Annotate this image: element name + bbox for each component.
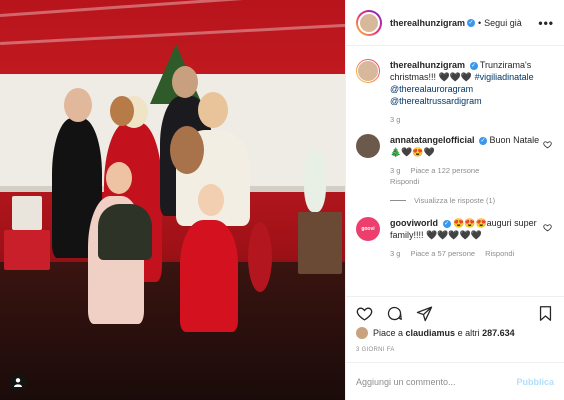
comment-likes[interactable]: Piace a 57 persone — [410, 249, 475, 258]
comment-likes[interactable]: Piace a 122 persone — [410, 166, 479, 175]
caption-avatar[interactable] — [356, 59, 380, 83]
verified-badge-icon: ✓ — [479, 136, 488, 145]
liker-avatar — [356, 327, 368, 339]
comment-time[interactable]: 3 g — [390, 249, 400, 258]
person-tag-icon — [14, 378, 22, 387]
mention-link[interactable]: @therealtrussardigram — [390, 96, 482, 106]
likes-summary[interactable]: Piace a claudiamus e altri 287.634 — [356, 327, 515, 339]
comments-list: therealhunzigram ✓ Trunzirama's christma… — [346, 47, 564, 295]
mention-link[interactable]: @therealauroragram — [390, 84, 473, 94]
bookmark-icon[interactable] — [537, 305, 554, 322]
publish-button[interactable]: Pubblica — [516, 377, 554, 387]
child-red-dress — [180, 220, 238, 332]
post-date[interactable]: 3 GIORNI FA — [356, 347, 395, 353]
likes-suffix: e altri — [457, 328, 480, 338]
likes-prefix: Piace a — [373, 328, 404, 338]
post-sidebar: therealhunzigram ✓ • Segui già ••• there… — [345, 0, 564, 400]
reply-button[interactable]: Rispondi — [485, 249, 514, 258]
comment-item: annatatangelofficial ✓ Buon Natale🎄🖤😍🖤 3… — [356, 134, 554, 186]
gift-box — [4, 230, 50, 270]
more-dots-icon[interactable]: ••• — [538, 16, 554, 30]
likes-user[interactable]: claudiamus — [406, 328, 456, 338]
view-replies-label: Visualizza le risposte (1) — [414, 196, 496, 205]
replies-divider — [390, 200, 406, 201]
view-replies-button[interactable]: Visualizza le risposte (1) — [390, 196, 554, 205]
caption-username[interactable]: therealhunzigram — [390, 60, 465, 70]
orchid-plant — [304, 150, 326, 212]
add-comment-bar: Aggiungi un commento... Pubblica — [346, 362, 564, 400]
comment-icon[interactable] — [386, 305, 403, 322]
person-head — [172, 66, 198, 98]
gift-box — [12, 196, 42, 230]
tagged-people-button[interactable] — [9, 373, 27, 391]
floor — [0, 262, 345, 400]
verified-badge-icon: ✓ — [467, 18, 476, 27]
header-username[interactable]: therealhunzigram — [390, 18, 465, 28]
heart-icon[interactable] — [356, 305, 373, 322]
header-separator: • — [478, 17, 482, 28]
comment-heart-icon[interactable] — [543, 223, 552, 232]
comment-item: goovi gooviworld ✓ 😍😍😍auguri super famil… — [356, 217, 554, 258]
puppy — [110, 96, 134, 126]
comment-username[interactable]: annatatangelofficial — [390, 135, 475, 145]
paper-plane-icon[interactable] — [416, 305, 433, 322]
side-cabinet — [298, 212, 342, 274]
dog — [98, 204, 152, 260]
likes-count[interactable]: 287.634 — [482, 328, 515, 338]
verified-badge-icon: ✓ — [469, 61, 478, 70]
child-head — [198, 184, 224, 216]
person-head — [198, 92, 228, 128]
post-header: therealhunzigram ✓ • Segui già ••• — [346, 0, 564, 46]
post-photo[interactable] — [0, 0, 345, 400]
profile-avatar[interactable] — [356, 9, 382, 36]
comment-heart-icon[interactable] — [543, 140, 552, 149]
red-balloon-decor — [248, 222, 272, 292]
person-head — [64, 88, 92, 122]
reply-button[interactable]: Rispondi — [390, 177, 419, 186]
commenter-avatar[interactable] — [356, 134, 380, 158]
caption: therealhunzigram ✓ Trunzirama's christma… — [356, 59, 554, 124]
hashtag-link[interactable]: #vigiliadinatale — [475, 72, 534, 82]
ceiling-stripe — [0, 23, 345, 45]
verified-badge-icon: ✓ — [442, 219, 451, 228]
child-head — [106, 162, 132, 194]
comment-time[interactable]: 3 g — [390, 166, 400, 175]
ceiling-stripe — [0, 0, 345, 17]
comment-input[interactable]: Aggiungi un commento... — [356, 377, 456, 387]
comment-username[interactable]: gooviworld — [390, 218, 438, 228]
puppy — [170, 126, 204, 174]
action-bar — [346, 296, 564, 330]
commenter-avatar[interactable]: goovi — [356, 217, 380, 241]
caption-time[interactable]: 3 g — [390, 115, 400, 124]
following-button[interactable]: Segui già — [484, 18, 522, 28]
